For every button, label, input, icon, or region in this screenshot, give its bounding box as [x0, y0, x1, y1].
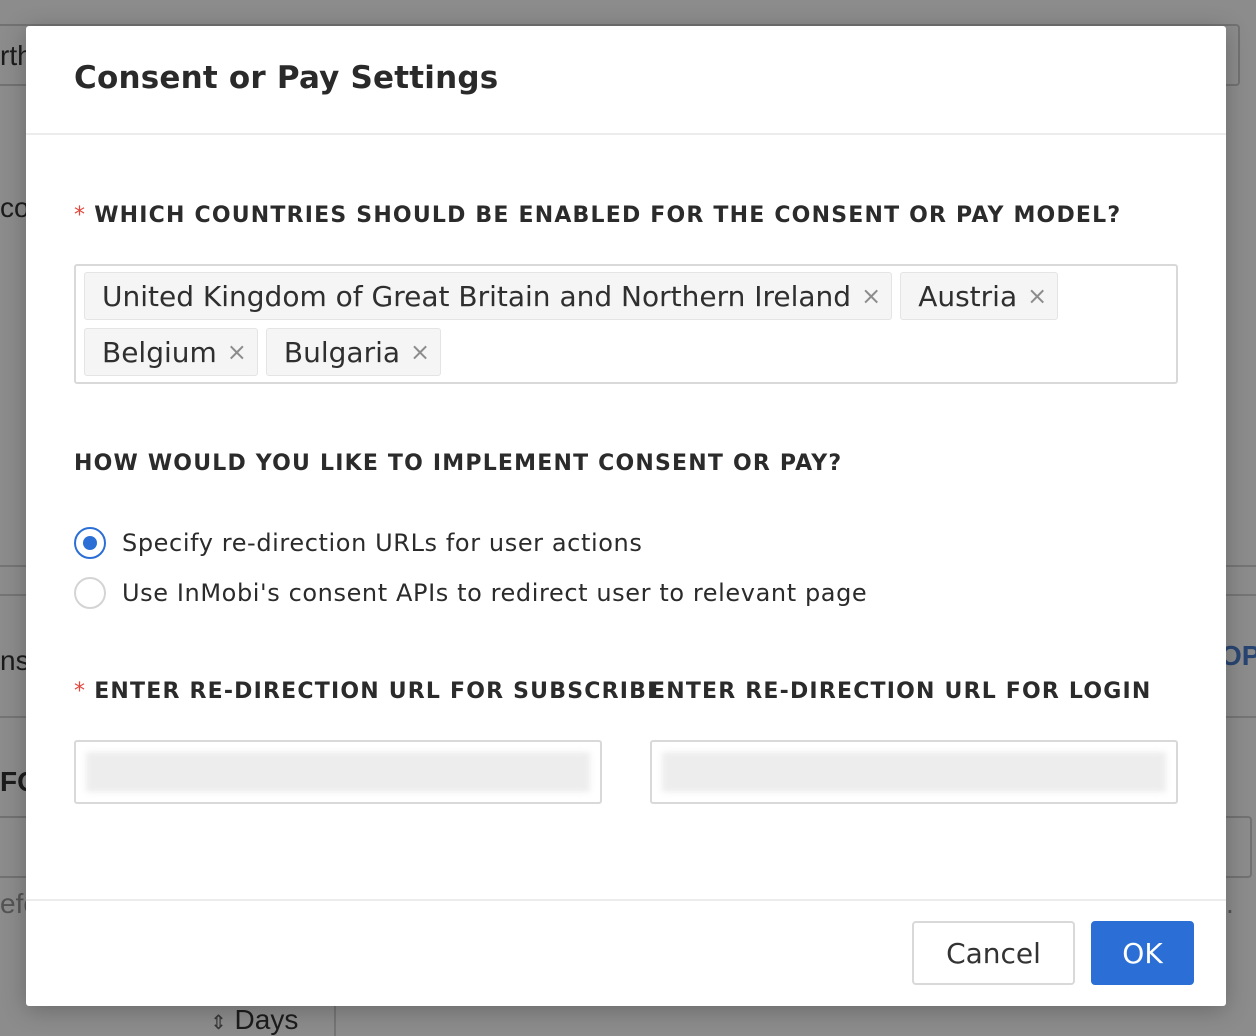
country-tag: Belgium × [84, 328, 258, 376]
login-url-input[interactable] [650, 740, 1178, 804]
subscribe-url-label-text: ENTER RE-DIRECTION URL FOR SUBSCRIBE [94, 679, 664, 704]
countries-label-text: WHICH COUNTRIES SHOULD BE ENABLED FOR TH… [94, 203, 1122, 228]
redacted-value [86, 752, 590, 792]
country-tag-label: Austria [918, 279, 1018, 313]
remove-tag-icon[interactable]: × [861, 284, 881, 308]
required-mark: * [74, 203, 87, 228]
subscribe-url-input[interactable] [74, 740, 602, 804]
country-tag-label: United Kingdom of Great Britain and Nort… [102, 279, 852, 313]
implementation-label: HOW WOULD YOU LIKE TO IMPLEMENT CONSENT … [74, 451, 843, 476]
remove-tag-icon[interactable]: × [227, 340, 247, 364]
country-tag: Austria × [900, 272, 1059, 320]
modal-header: Consent or Pay Settings [26, 26, 1226, 135]
remove-tag-icon[interactable]: × [410, 340, 430, 364]
radio-option-consent-apis[interactable]: Use InMobi's consent APIs to redirect us… [74, 577, 867, 609]
country-tag: Bulgaria × [265, 328, 442, 376]
subscribe-url-label: * ENTER RE-DIRECTION URL FOR SUBSCRIBE [74, 679, 663, 704]
country-tag-label: Bulgaria [283, 335, 401, 369]
modal-title: Consent or Pay Settings [74, 60, 499, 96]
ok-button[interactable]: OK [1091, 921, 1194, 985]
modal-footer: Cancel OK [26, 899, 1226, 1006]
radio-option-label: Use InMobi's consent APIs to redirect us… [122, 579, 868, 607]
radio-option-redirect-urls[interactable]: Specify re-direction URLs for user actio… [74, 527, 642, 559]
radio-button[interactable] [74, 577, 106, 609]
country-tag: United Kingdom of Great Britain and Nort… [84, 272, 893, 320]
radio-button-selected[interactable] [74, 527, 106, 559]
remove-tag-icon[interactable]: × [1027, 284, 1047, 308]
radio-option-label: Specify re-direction URLs for user actio… [122, 529, 643, 557]
countries-multiselect[interactable]: United Kingdom of Great Britain and Nort… [74, 264, 1178, 384]
consent-or-pay-modal: Consent or Pay Settings * WHICH COUNTRIES… [26, 26, 1226, 1006]
required-mark: * [74, 679, 87, 704]
cancel-button[interactable]: Cancel [912, 921, 1075, 985]
countries-label: * WHICH COUNTRIES SHOULD BE ENABLED FOR T… [74, 203, 1121, 228]
modal-body: * WHICH COUNTRIES SHOULD BE ENABLED FOR T… [26, 135, 1226, 899]
login-url-label: ENTER RE-DIRECTION URL FOR LOGIN [650, 679, 1152, 704]
redacted-value [662, 752, 1166, 792]
country-tag-label: Belgium [102, 335, 217, 369]
